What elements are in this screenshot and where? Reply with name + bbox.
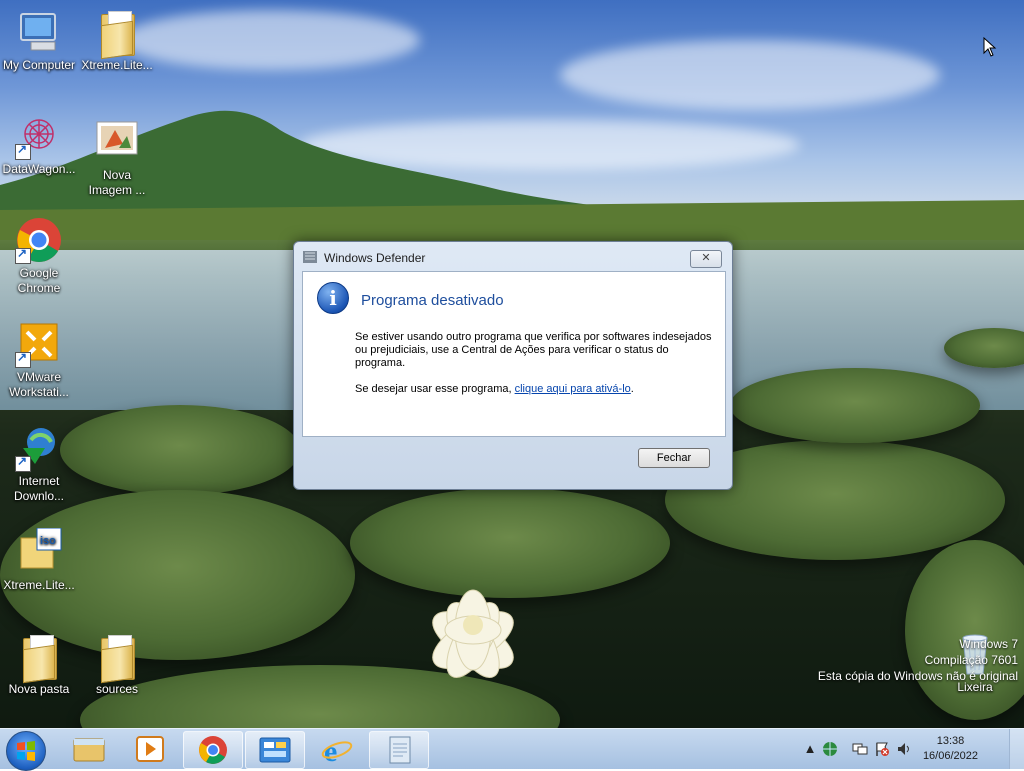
vmware-icon (15, 320, 63, 368)
desktop-icon-label: Nova Imagem ... (88, 168, 146, 197)
taskbar: e ▲ 13:38 16/06/2022 (0, 728, 1024, 771)
network-globe-icon[interactable] (822, 741, 838, 757)
dialog-heading: Programa desativado (361, 292, 504, 309)
media-player-icon (136, 736, 164, 762)
system-tray: ▲ 13:38 16/06/2022 (794, 729, 1024, 769)
desktop-icon-label: VMware Workstati... (9, 370, 69, 399)
shortcut-arrow-icon (15, 350, 31, 368)
action-center-flag-icon[interactable] (874, 741, 890, 757)
document-icon (389, 736, 411, 764)
mouse-cursor-icon (983, 37, 997, 57)
watermark-line-1: Windows 7 (959, 637, 1018, 651)
dialog-message-2: Se desejar usar esse programa, clique aq… (355, 383, 634, 395)
display-icon[interactable] (852, 741, 868, 757)
dialog-message-2-suffix: . (630, 383, 634, 395)
close-button[interactable]: Fechar (638, 448, 710, 468)
lily-pad (730, 368, 980, 443)
folder-icon (93, 8, 141, 56)
shortcut-arrow-icon (15, 246, 31, 264)
desktop-icon-sources[interactable]: sources (78, 632, 156, 697)
water-lily-flower (432, 589, 514, 678)
activate-link[interactable]: clique aqui para ativá-lo (515, 383, 631, 395)
shortcut-arrow-icon (15, 142, 31, 160)
dialog-title: Windows Defender (324, 251, 426, 265)
clock-date: 16/06/2022 (922, 750, 978, 762)
folder-icon (15, 632, 63, 680)
taskbar-internet-explorer[interactable]: e (307, 731, 365, 768)
desktop-icon-nova-imagem[interactable]: Nova Imagem ... (78, 118, 156, 198)
taskbar-control-panel[interactable] (245, 731, 305, 769)
dialog-message-2-prefix: Se desejar usar esse programa, (355, 383, 515, 395)
chrome-icon (15, 216, 63, 264)
start-button[interactable] (6, 731, 46, 771)
windows-defender-dialog: Windows Defender ✕ i Programa desativado… (293, 241, 733, 490)
taskbar-document[interactable] (369, 731, 429, 769)
show-hidden-icons-icon[interactable]: ▲ (802, 741, 818, 757)
desktop-icon-my-computer[interactable]: My Computer (0, 8, 78, 73)
clock[interactable]: 13:38 16/06/2022 (923, 734, 978, 764)
windows-logo-icon (17, 741, 35, 761)
desktop-icon-label: DataWagon... (2, 162, 76, 176)
desktop-icon-label: sources (95, 682, 139, 696)
windows-watermark: Windows 7 Compilação 7601 Esta cópia do … (818, 636, 1018, 684)
image-file-icon (93, 118, 141, 166)
dialog-footer: Fechar (302, 436, 726, 482)
control-panel-icon (259, 737, 291, 763)
desktop-icon-google-chrome[interactable]: Google Chrome (0, 216, 78, 296)
desktop-icon-label: Nova pasta (8, 682, 70, 696)
desktop-icon-label: Internet Downlo... (13, 474, 65, 503)
svg-text:iso: iso (40, 535, 56, 547)
desktop-icon-label: My Computer (2, 58, 76, 72)
svg-text:e: e (324, 735, 337, 767)
folder-icon (93, 632, 141, 680)
taskbar-file-explorer[interactable] (60, 731, 118, 767)
desktop-icon-nova-pasta[interactable]: Nova pasta (0, 632, 78, 697)
desktop-icon-xtreme-iso[interactable]: iso Xtreme.Lite... (0, 527, 78, 593)
close-icon[interactable]: ✕ (690, 250, 722, 268)
computer-icon (15, 8, 63, 56)
desktop-icon-label: Google Chrome (17, 266, 61, 295)
taskbar-chrome[interactable] (183, 731, 243, 769)
watermark-line-2: Compilação 7601 (924, 653, 1018, 667)
lily-pad (60, 405, 300, 495)
desktop-icon-xtreme-folder[interactable]: Xtreme.Lite... (78, 8, 156, 73)
chrome-icon (199, 736, 227, 764)
desktop-icon-label: Xtreme.Lite... (81, 58, 153, 72)
wallpaper-cloud (120, 10, 420, 70)
watermark-line-3: Esta cópia do Windows não é original (817, 669, 1018, 683)
desktop-icon-label: Xtreme.Lite... (3, 578, 75, 592)
show-desktop-button[interactable] (1009, 729, 1024, 769)
desktop-icon-datawagon[interactable]: DataWagon... (0, 112, 78, 177)
internet-explorer-icon: e (321, 735, 353, 768)
iso-file-icon: iso (15, 527, 63, 576)
dialog-message: Se estiver usando outro programa que ver… (355, 331, 712, 369)
datawagon-icon (15, 112, 63, 160)
shortcut-arrow-icon (15, 454, 31, 472)
file-explorer-icon (73, 738, 105, 762)
desktop-icon-vmware[interactable]: VMware Workstati... (0, 320, 78, 400)
volume-icon[interactable] (896, 741, 912, 757)
clock-time: 13:38 (936, 735, 965, 747)
taskbar-media-player[interactable] (121, 731, 179, 767)
desktop-icon-internet-download[interactable]: Internet Downlo... (0, 424, 78, 504)
windows-defender-icon (303, 251, 317, 263)
internet-download-manager-icon (15, 424, 63, 472)
dialog-content: i Programa desativado Se estiver usando … (302, 271, 726, 437)
info-icon: i (317, 282, 349, 314)
